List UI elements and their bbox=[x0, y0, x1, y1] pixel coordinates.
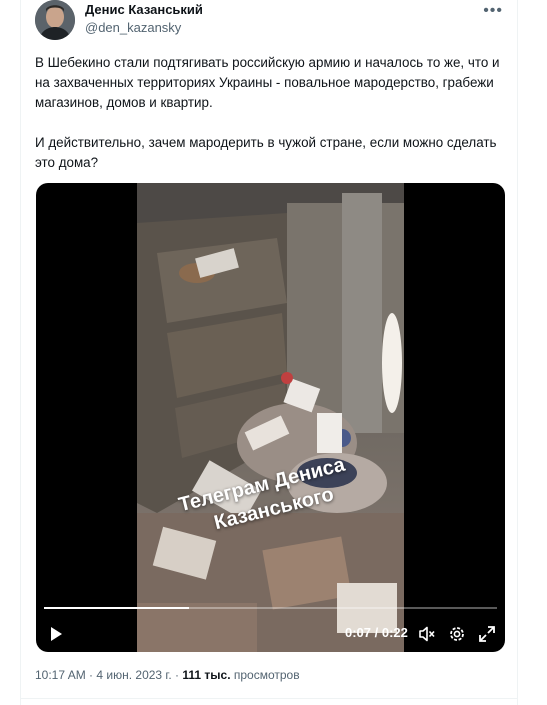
divider bbox=[21, 698, 517, 699]
tweet-paragraph: В Шебекино стали подтягивать российскую … bbox=[35, 55, 500, 110]
tweet-text: В Шебекино стали подтягивать российскую … bbox=[35, 53, 505, 173]
tweet-card: Денис Казанський @den_kazansky ••• В Шеб… bbox=[20, 0, 518, 705]
avatar[interactable] bbox=[35, 0, 75, 40]
views-count: 111 тыс. bbox=[182, 668, 231, 682]
meta-separator: · bbox=[89, 668, 94, 682]
tweet-paragraph: И действительно, зачем мародерить в чужо… bbox=[35, 135, 497, 170]
meta-separator: · bbox=[175, 668, 180, 682]
views-label: просмотров bbox=[233, 668, 300, 682]
video-progress-fill bbox=[44, 607, 189, 609]
tweet-time[interactable]: 10:17 AM bbox=[35, 668, 86, 682]
video-progress-bar[interactable] bbox=[44, 607, 497, 609]
video-frame[interactable] bbox=[137, 183, 404, 652]
fullscreen-icon[interactable] bbox=[477, 624, 497, 644]
more-dots-icon[interactable]: ••• bbox=[483, 2, 503, 20]
author-handle[interactable]: @den_kazansky bbox=[85, 20, 181, 35]
tweet-date[interactable]: 4 июн. 2023 г. bbox=[96, 668, 171, 682]
play-icon[interactable] bbox=[47, 625, 65, 643]
video-time: 0:07 / 0:22 bbox=[345, 625, 408, 640]
tweet-meta: 10:17 AM · 4 июн. 2023 г. · 111 тыс. про… bbox=[35, 668, 300, 682]
video-player[interactable]: Телеграм Дениса Казанського 0:07 / 0:22 bbox=[36, 183, 505, 652]
volume-icon[interactable] bbox=[417, 624, 437, 644]
author-name[interactable]: Денис Казанський bbox=[85, 2, 203, 17]
settings-icon[interactable] bbox=[447, 624, 467, 644]
